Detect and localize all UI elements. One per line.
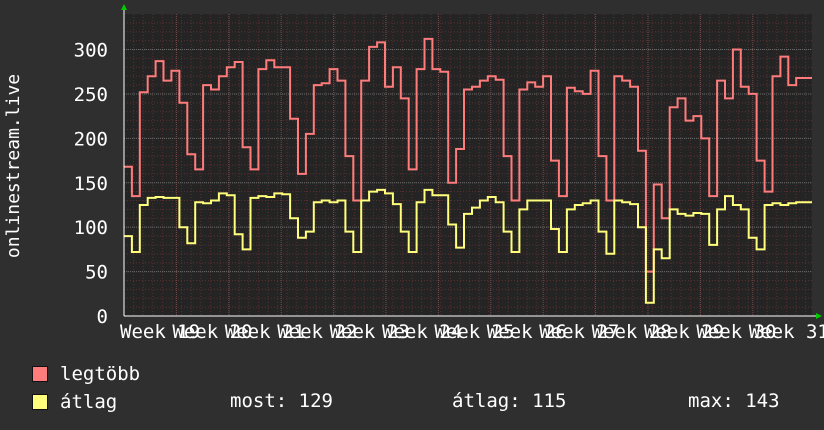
stat-most: most: 129 — [230, 390, 333, 412]
y-tick-label: 300 — [74, 40, 108, 62]
stat-max: max: 143 — [688, 390, 780, 412]
y-axis-arrow-icon — [121, 4, 127, 10]
y-tick-label: 150 — [74, 173, 108, 195]
legend-item-atlag: átlag — [32, 391, 117, 413]
stat-atlag: átlag: 115 — [452, 390, 567, 412]
x-tick-label: Week 31 — [749, 321, 824, 340]
y-tick-label: 250 — [74, 84, 108, 106]
y-tick-label: 50 — [85, 262, 108, 284]
y-tick-label: 0 — [97, 306, 108, 328]
legend-swatch — [32, 394, 48, 410]
legend-item-legtobb: legtöbb — [32, 363, 140, 385]
legend-label: legtöbb — [60, 363, 141, 385]
legend-swatch — [32, 366, 48, 382]
y-axis-label: onlinestream.live — [3, 74, 24, 258]
y-tick-label: 200 — [74, 128, 108, 150]
y-tick-label: 100 — [74, 217, 108, 239]
chart: onlinestream.live 0 50 100 150 200 250 300 Wee… — [3, 4, 824, 340]
legend-label: átlag — [60, 391, 118, 413]
x-axis-arrow-icon — [816, 313, 822, 319]
